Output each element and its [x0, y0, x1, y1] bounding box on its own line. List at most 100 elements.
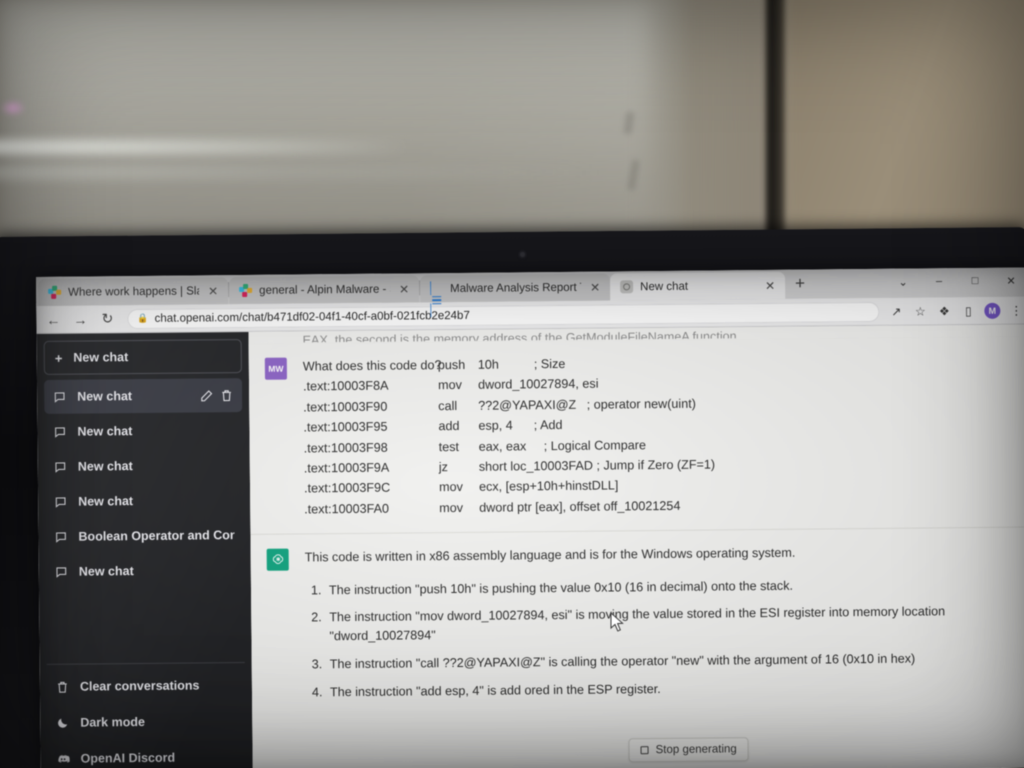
- chat-bubble-icon: [54, 391, 65, 403]
- chat-item-actions: [200, 389, 233, 402]
- chat-bubble-icon: [55, 461, 66, 473]
- asm-mnemonic: mov: [439, 500, 464, 515]
- sidebar-panel-icon[interactable]: ▯: [960, 302, 976, 318]
- sidebar-chat-label: New chat: [77, 389, 133, 404]
- assembly-code-block: What does this code do? push 10h ; Size …: [303, 351, 1013, 519]
- browser-tab-new-chat[interactable]: New chat ✕: [609, 271, 786, 301]
- browser-tab-malware-report[interactable]: Malware Analysis Report Templa ✕: [420, 273, 611, 318]
- list-item: The instruction "call ??2@YAPAXI@Z" is c…: [326, 649, 1014, 674]
- chat-bubble-icon: [56, 566, 67, 578]
- close-window-button[interactable]: ✕: [994, 269, 1024, 291]
- asm-address: .text:10003FA0: [304, 501, 390, 517]
- sidebar-chat-item-2[interactable]: New chat: [45, 448, 243, 484]
- sidebar-chat-item-1[interactable]: New chat: [44, 413, 242, 449]
- asm-address: .text:10003F8A: [302, 379, 389, 394]
- user-prompt-text: What does this code do?: [302, 358, 442, 374]
- asm-mnemonic: test: [438, 439, 460, 454]
- plus-icon: +: [54, 350, 63, 366]
- pink-led-glow: [0, 100, 26, 116]
- sidebar-chat-label: New chat: [78, 564, 134, 579]
- close-icon[interactable]: ✕: [763, 278, 777, 292]
- asm-mnemonic: jz: [438, 460, 449, 475]
- sidebar-chat-item-4[interactable]: Boolean Operator and Conditi: [45, 518, 243, 554]
- browser-tab-slack-general[interactable]: general - Alpin Malware - Slack ✕: [229, 275, 420, 305]
- openai-discord-link[interactable]: OpenAI Discord: [47, 739, 245, 768]
- forward-arrow-icon[interactable]: →: [69, 308, 91, 330]
- chatgpt-app: + New chat New chat New chat New chat Ne…: [36, 324, 1024, 768]
- tab-title: general - Alpin Malware - Slack: [259, 283, 390, 297]
- light-reflection-bar-secondary: [0, 168, 600, 177]
- tab-title: Where work happens | Slack: [68, 284, 200, 299]
- assistant-numbered-list: The instruction "push 10h" is pushing th…: [325, 574, 1014, 702]
- sidebar-chat-label: New chat: [77, 424, 133, 439]
- light-reflection-bar: [0, 140, 410, 154]
- address-bar[interactable]: 🔒 chat.openai.com/chat/b471df02-04f1-40c…: [127, 301, 880, 329]
- assistant-message: This code is written in x86 assembly lan…: [250, 526, 1024, 726]
- discord-icon: [58, 754, 70, 763]
- document-icon: [430, 281, 444, 318]
- close-icon[interactable]: ✕: [588, 280, 602, 294]
- sidebar-chat-item-0[interactable]: New chat: [43, 378, 243, 414]
- asm-address: .text:10003F98: [303, 440, 388, 456]
- chatgpt-icon: [620, 280, 634, 294]
- moon-icon: [58, 718, 68, 728]
- back-arrow-icon[interactable]: ←: [42, 308, 64, 330]
- asm-address: .text:10003F9C: [303, 480, 391, 496]
- list-item: The instruction "push 10h" is pushing th…: [325, 574, 1013, 599]
- mouse-cursor: [610, 612, 624, 632]
- sidebar: + New chat New chat New chat New chat Ne…: [36, 331, 253, 768]
- stop-generating-button[interactable]: Stop generating: [628, 737, 749, 763]
- assistant-intro-text: This code is written in x86 assembly lan…: [304, 545, 796, 565]
- close-icon[interactable]: ✕: [397, 282, 411, 296]
- conversation-pane[interactable]: EAX, the second is the memory address of…: [248, 324, 1024, 768]
- tab-title: Malware Analysis Report Templa: [450, 281, 581, 295]
- chat-bubble-icon: [55, 496, 66, 508]
- sidebar-bottom-section: Clear conversations Dark mode OpenAI Dis…: [46, 662, 246, 768]
- slack-icon: [48, 285, 62, 299]
- share-icon[interactable]: ↗: [888, 303, 904, 319]
- user-message-body: What does this code do? push 10h ; Size …: [303, 351, 1013, 519]
- asm-mnemonic: push: [437, 357, 466, 373]
- lock-icon: 🔒: [137, 312, 149, 324]
- dark-mode-label: Dark mode: [80, 714, 145, 730]
- chatgpt-logo-icon: [266, 548, 289, 571]
- sidebar-chat-label: Boolean Operator and Conditi: [78, 528, 235, 544]
- list-item: The instruction "mov dword_10027894, esi…: [325, 602, 1013, 646]
- browser-menu-icon[interactable]: ⋮: [1008, 302, 1024, 318]
- tab-search-chevron-down-icon[interactable]: ⌄: [886, 271, 920, 293]
- asm-operands: dword ptr [eax], offset off_10021254: [479, 498, 681, 515]
- dark-mode-button[interactable]: Dark mode: [47, 703, 245, 741]
- profile-avatar[interactable]: M: [984, 302, 1001, 319]
- chat-history-list: New chat New chat New chat New chat Bool…: [43, 378, 244, 589]
- assistant-message-body: This code is written in x86 assembly lan…: [305, 541, 1015, 711]
- webcam: [519, 251, 526, 258]
- asm-address: .text:10003F90: [303, 399, 388, 415]
- minimize-button[interactable]: –: [922, 270, 956, 292]
- close-icon[interactable]: ✕: [206, 284, 220, 298]
- extensions-puzzle-icon[interactable]: ❖: [936, 303, 952, 319]
- chat-bubble-icon: [56, 531, 66, 543]
- sidebar-chat-item-5[interactable]: New chat: [46, 553, 244, 589]
- clear-conversations-button[interactable]: Clear conversations: [47, 667, 245, 705]
- maximize-button[interactable]: □: [958, 270, 992, 292]
- trash-icon: [58, 681, 67, 693]
- avatar: MW: [264, 357, 287, 380]
- sidebar-chat-item-3[interactable]: New chat: [45, 483, 243, 519]
- edit-pencil-icon[interactable]: [200, 389, 213, 402]
- tab-title: New chat: [640, 280, 689, 293]
- new-tab-button[interactable]: +: [785, 273, 815, 294]
- new-chat-button[interactable]: + New chat: [43, 339, 242, 375]
- address-bar-url: chat.openai.com/chat/b471df02-04f1-40cf-…: [154, 309, 470, 325]
- bookmark-star-icon[interactable]: ☆: [912, 303, 928, 319]
- asm-mnemonic: call: [438, 398, 458, 413]
- asm-mnemonic: mov: [437, 378, 462, 393]
- browser-tab-slack-home[interactable]: Where work happens | Slack ✕: [38, 277, 229, 306]
- browser-window: Where work happens | Slack ✕ general - A…: [36, 267, 1024, 768]
- reload-icon[interactable]: ↻: [96, 308, 118, 330]
- slack-icon: [239, 283, 253, 298]
- trash-icon[interactable]: [220, 389, 233, 402]
- stop-square-icon: [640, 746, 649, 755]
- asm-address: .text:10003F95: [303, 419, 388, 435]
- sidebar-chat-label: New chat: [78, 494, 134, 509]
- sidebar-chat-label: New chat: [77, 459, 133, 474]
